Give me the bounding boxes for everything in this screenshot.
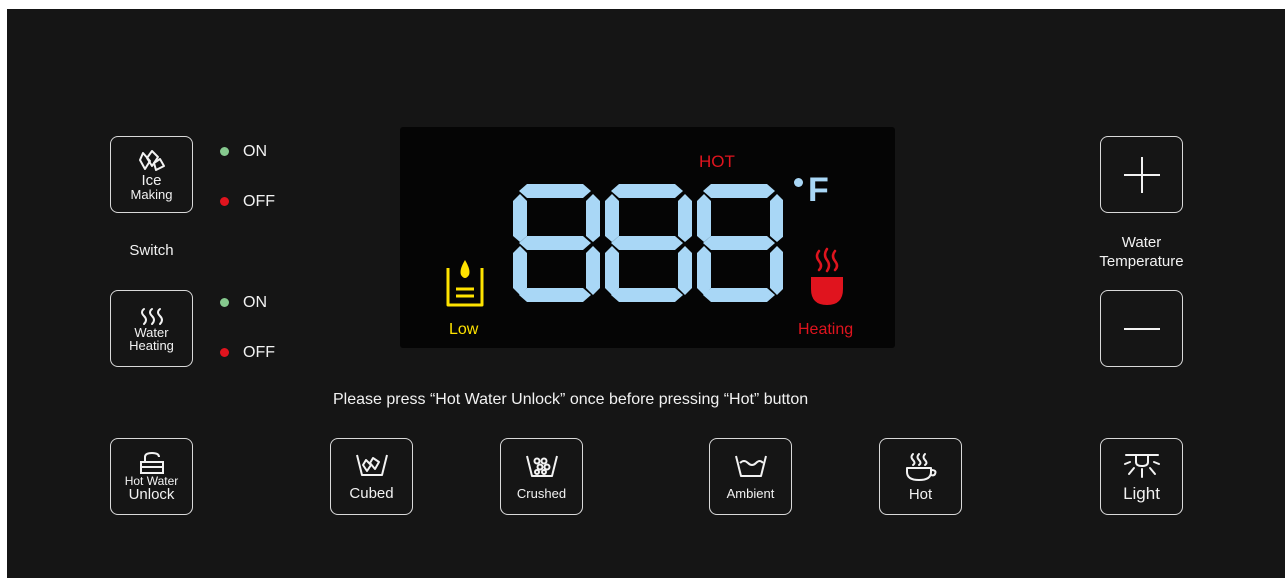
water-heating-button[interactable]: Water Heating (110, 290, 193, 367)
ice-making-label-1: Ice (141, 171, 162, 189)
crushed-button[interactable]: Crushed (500, 438, 583, 515)
temperature-digits (513, 184, 783, 302)
unlock-icon (139, 451, 164, 474)
heat-waves-icon (140, 307, 163, 325)
ambient-label: Ambient (726, 486, 775, 501)
ice-making-button[interactable]: Ice Making (110, 136, 193, 213)
hot-cup-icon (905, 452, 936, 481)
hot-water-unlock-label-2: Unlock (128, 486, 175, 503)
cubed-ice-icon (355, 454, 388, 476)
ice-making-label-2: Making (130, 186, 173, 202)
temperature-down-button[interactable] (1100, 290, 1183, 367)
temperature-up-button[interactable] (1100, 136, 1183, 213)
switch-label: Switch (129, 242, 174, 259)
unit-label: F (808, 171, 829, 209)
water-level-icon (446, 260, 484, 307)
minus-icon (1123, 327, 1160, 330)
lcd-display: HOT F Low Heating (400, 127, 895, 348)
cubed-button[interactable]: Cubed (330, 438, 413, 515)
hot-water-unlock-button[interactable]: Hot Water Unlock (110, 438, 193, 515)
water-temperature-label-2: Temperature (1099, 253, 1184, 270)
heating-label: Heating (798, 321, 854, 338)
ice-on-led (220, 147, 229, 156)
water-temperature-label-1: Water (1121, 234, 1162, 251)
heating-on-label: ON (243, 294, 267, 311)
degree-dot (794, 178, 803, 187)
light-label: Light (1123, 483, 1160, 503)
hot-button[interactable]: Hot (879, 438, 962, 515)
ice-off-led (220, 197, 229, 206)
light-icon (1123, 453, 1160, 478)
low-label: Low (449, 321, 479, 338)
ice-icon (138, 149, 165, 171)
crushed-label: Crushed (516, 486, 567, 501)
heating-off-label: OFF (243, 344, 275, 361)
heating-off-led (220, 348, 229, 357)
unlock-notice: Please press “Hot Water Unlock” once bef… (333, 391, 809, 408)
ambient-button[interactable]: Ambient (709, 438, 792, 515)
plus-icon (1123, 156, 1160, 193)
heating-cup-icon (811, 247, 843, 305)
ice-on-label: ON (243, 143, 267, 160)
heating-on-led (220, 298, 229, 307)
crushed-ice-icon (525, 455, 558, 477)
water-heating-label-2: Heating (129, 337, 174, 353)
hot-indicator: HOT (699, 152, 735, 171)
light-button[interactable]: Light (1100, 438, 1183, 515)
water-heating-label-1: Water (134, 324, 169, 340)
ambient-water-icon (734, 455, 767, 477)
hot-label: Hot (908, 485, 933, 503)
cubed-label: Cubed (349, 485, 394, 502)
ice-off-label: OFF (243, 193, 275, 210)
